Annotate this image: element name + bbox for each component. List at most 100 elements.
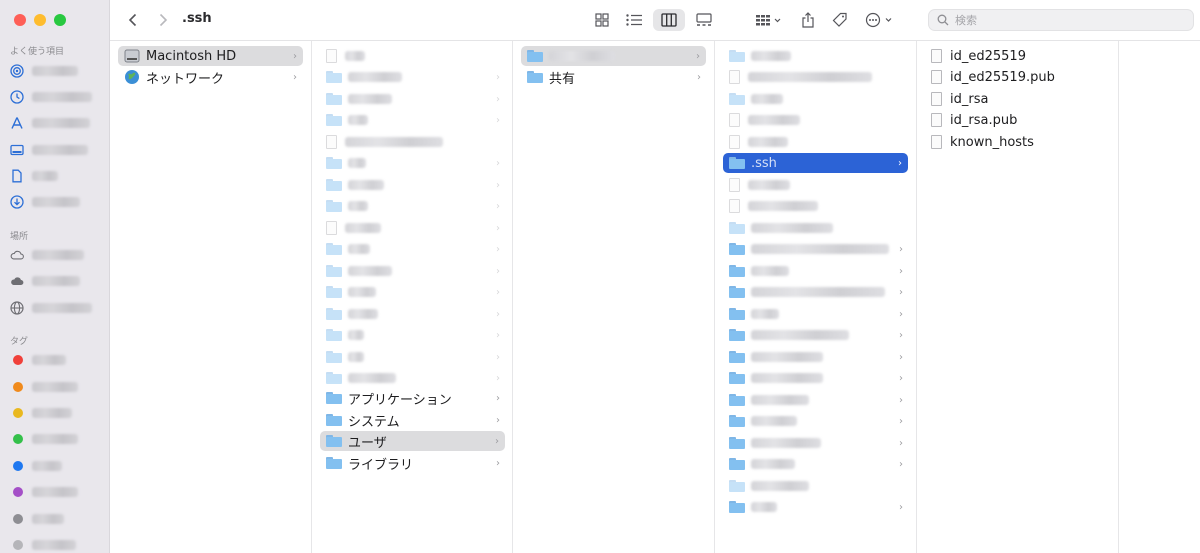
list-item[interactable]: › bbox=[729, 261, 909, 281]
list-item-file[interactable]: id_rsa.pub bbox=[931, 110, 1111, 130]
sidebar-item-label bbox=[32, 408, 72, 418]
chevron-right-icon: › bbox=[899, 265, 903, 277]
sidebar-item-icloud[interactable] bbox=[10, 245, 106, 265]
file-icon bbox=[931, 70, 942, 84]
gallery-view-button[interactable] bbox=[692, 9, 716, 31]
list-item[interactable] bbox=[729, 196, 909, 216]
list-item[interactable]: › bbox=[729, 368, 909, 388]
list-item[interactable]: › bbox=[326, 196, 506, 216]
sidebar-item-recents[interactable] bbox=[10, 87, 106, 107]
list-item[interactable]: › bbox=[326, 325, 506, 345]
share-button[interactable] bbox=[797, 9, 819, 31]
chevron-right-icon: › bbox=[899, 286, 903, 298]
sidebar-tag-orange[interactable] bbox=[10, 377, 106, 397]
list-item[interactable]: › bbox=[326, 239, 506, 259]
sidebar-item-network[interactable] bbox=[10, 298, 106, 318]
list-item[interactable]: › bbox=[729, 239, 909, 259]
icon-view-button[interactable] bbox=[591, 9, 613, 31]
list-item[interactable] bbox=[729, 67, 909, 87]
list-item-home-folder[interactable]: › bbox=[521, 46, 706, 66]
list-item[interactable]: › bbox=[326, 218, 506, 238]
list-item-shared[interactable]: 共有 › bbox=[523, 67, 707, 87]
list-item-file[interactable]: known_hosts bbox=[931, 132, 1111, 152]
list-item-file[interactable]: id_ed25519 bbox=[931, 46, 1111, 66]
folder-icon bbox=[326, 93, 342, 105]
list-item-applications[interactable]: アプリケーション › bbox=[322, 388, 506, 408]
tags-button[interactable] bbox=[829, 9, 851, 31]
sidebar-item-documents[interactable] bbox=[10, 166, 106, 186]
sidebar-tag-blue[interactable] bbox=[10, 456, 106, 476]
sidebar-item-label bbox=[32, 514, 64, 524]
folder-icon bbox=[326, 457, 342, 469]
zoom-window-button[interactable] bbox=[54, 14, 66, 26]
more-actions-button[interactable] bbox=[862, 9, 898, 31]
column-view-button[interactable] bbox=[653, 9, 685, 31]
sidebar-item-desktop[interactable] bbox=[10, 140, 106, 160]
list-item[interactable]: › bbox=[729, 433, 909, 453]
sidebar-tag-gray[interactable] bbox=[10, 509, 106, 529]
list-item[interactable]: › bbox=[326, 347, 506, 367]
minimize-window-button[interactable] bbox=[34, 14, 46, 26]
list-item[interactable]: › bbox=[729, 411, 909, 431]
folder-icon bbox=[326, 329, 342, 341]
list-item[interactable] bbox=[326, 46, 506, 66]
sidebar-tag-green[interactable] bbox=[10, 429, 106, 449]
list-item[interactable] bbox=[729, 46, 909, 66]
list-item[interactable]: › bbox=[326, 282, 506, 302]
list-item[interactable]: › bbox=[326, 261, 506, 281]
file-icon bbox=[931, 135, 942, 149]
close-window-button[interactable] bbox=[14, 14, 26, 26]
list-item[interactable]: › bbox=[326, 175, 506, 195]
list-item-library[interactable]: ライブラリ › bbox=[322, 453, 506, 473]
list-item[interactable]: › bbox=[326, 67, 506, 87]
sidebar-item-label bbox=[32, 461, 62, 471]
list-item[interactable]: › bbox=[326, 368, 506, 388]
sidebar-tag-red[interactable] bbox=[10, 350, 106, 370]
folder-icon bbox=[326, 372, 342, 384]
sidebar-item-cloud[interactable] bbox=[10, 271, 106, 291]
search-input[interactable] bbox=[955, 13, 1175, 27]
list-item[interactable] bbox=[326, 132, 506, 152]
list-item[interactable]: › bbox=[729, 325, 909, 345]
list-item-network[interactable]: ネットワーク › bbox=[118, 67, 303, 87]
sidebar-item-label bbox=[32, 92, 92, 102]
forward-button[interactable] bbox=[152, 9, 174, 31]
search-field[interactable] bbox=[928, 9, 1194, 31]
sidebar-tag-purple[interactable] bbox=[10, 482, 106, 502]
list-item[interactable] bbox=[729, 476, 909, 496]
chevron-right-icon: › bbox=[496, 351, 500, 363]
list-item[interactable] bbox=[729, 89, 909, 109]
list-item[interactable]: › bbox=[729, 390, 909, 410]
list-item[interactable]: › bbox=[729, 304, 909, 324]
list-item[interactable]: › bbox=[326, 304, 506, 324]
list-item-file[interactable]: id_ed25519.pub bbox=[931, 67, 1111, 87]
sidebar-tag-more[interactable] bbox=[10, 535, 106, 553]
list-item[interactable] bbox=[729, 175, 909, 195]
list-item[interactable] bbox=[729, 110, 909, 130]
file-icon bbox=[729, 199, 740, 213]
list-item[interactable]: › bbox=[326, 110, 506, 130]
list-item[interactable] bbox=[729, 218, 909, 238]
list-item[interactable]: › bbox=[729, 347, 909, 367]
list-item[interactable]: › bbox=[729, 454, 909, 474]
sidebar-tag-yellow[interactable] bbox=[10, 403, 106, 423]
sidebar-item-downloads[interactable] bbox=[10, 192, 106, 212]
chevron-right-icon: › bbox=[898, 157, 902, 169]
list-item-users[interactable]: ユーザ › bbox=[320, 431, 505, 451]
sidebar-item-applications[interactable] bbox=[10, 113, 106, 133]
list-item-system[interactable]: システム › bbox=[322, 410, 506, 430]
list-item[interactable]: › bbox=[326, 89, 506, 109]
list-item-macintosh-hd[interactable]: Macintosh HD › bbox=[118, 46, 303, 66]
list-item-ssh[interactable]: .ssh › bbox=[723, 153, 908, 173]
list-view-button[interactable] bbox=[623, 9, 645, 31]
list-item[interactable]: › bbox=[729, 282, 909, 302]
item-label: id_rsa bbox=[950, 91, 989, 107]
sidebar-item-airdrop[interactable] bbox=[10, 61, 106, 81]
list-item[interactable]: › bbox=[729, 497, 909, 517]
list-item[interactable] bbox=[729, 132, 909, 152]
chevron-right-icon: › bbox=[496, 308, 500, 320]
list-item-file[interactable]: id_rsa bbox=[931, 89, 1111, 109]
list-item[interactable]: › bbox=[326, 153, 506, 173]
group-button[interactable] bbox=[752, 9, 786, 31]
back-button[interactable] bbox=[122, 9, 144, 31]
